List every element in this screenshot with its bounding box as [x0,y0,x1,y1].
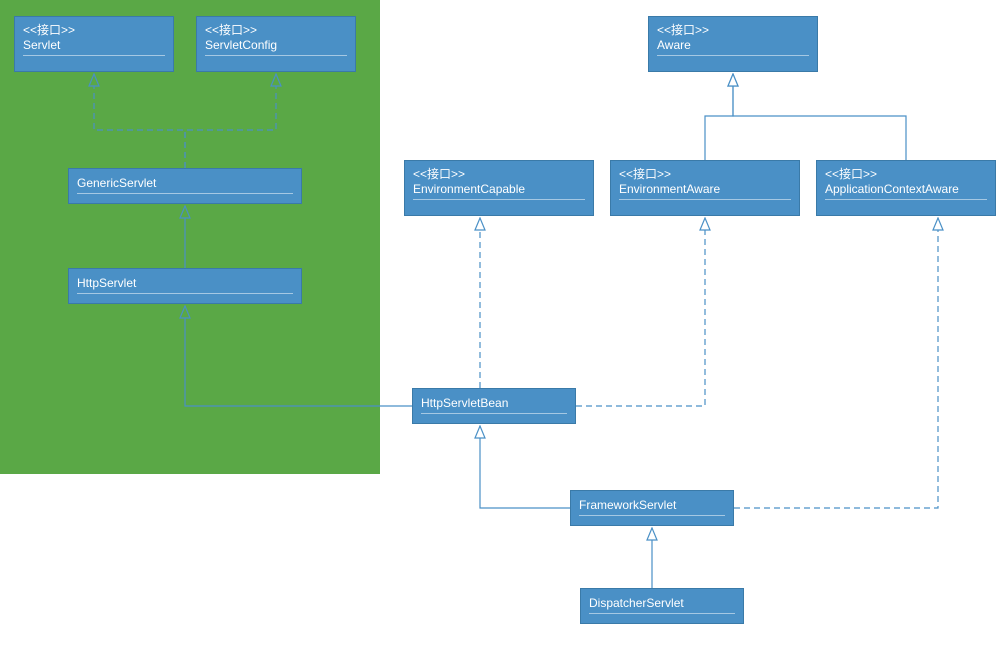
box-aware: <<接口>> Aware [648,16,818,72]
box-generic-servlet: GenericServlet [68,168,302,204]
box-separator [205,55,347,56]
stereotype-label: <<接口>> [23,23,165,37]
box-separator [23,55,165,56]
box-separator [77,293,293,294]
box-title: ApplicationContextAware [825,181,987,197]
box-title: FrameworkServlet [579,497,725,513]
box-servlet: <<接口>> Servlet [14,16,174,72]
box-title: Aware [657,37,809,53]
box-separator [619,199,791,200]
box-title: Servlet [23,37,165,53]
box-application-context-aware: <<接口>> ApplicationContextAware [816,160,996,216]
box-environment-aware: <<接口>> EnvironmentAware [610,160,800,216]
stereotype-label: <<接口>> [657,23,809,37]
box-http-servlet: HttpServlet [68,268,302,304]
stereotype-label: <<接口>> [205,23,347,37]
box-title: GenericServlet [77,175,293,191]
box-dispatcher-servlet: DispatcherServlet [580,588,744,624]
box-separator [77,193,293,194]
box-separator [421,413,567,414]
box-servlet-config: <<接口>> ServletConfig [196,16,356,72]
box-title: EnvironmentAware [619,181,791,197]
box-separator [825,199,987,200]
box-separator [413,199,585,200]
stereotype-label: <<接口>> [619,167,791,181]
stereotype-label: <<接口>> [825,167,987,181]
box-title: EnvironmentCapable [413,181,585,197]
box-separator [579,515,725,516]
box-separator [589,613,735,614]
box-http-servlet-bean: HttpServletBean [412,388,576,424]
box-environment-capable: <<接口>> EnvironmentCapable [404,160,594,216]
box-framework-servlet: FrameworkServlet [570,490,734,526]
box-separator [657,55,809,56]
stereotype-label: <<接口>> [413,167,585,181]
box-title: HttpServlet [77,275,293,291]
box-title: HttpServletBean [421,395,567,411]
box-title: ServletConfig [205,37,347,53]
box-title: DispatcherServlet [589,595,735,611]
